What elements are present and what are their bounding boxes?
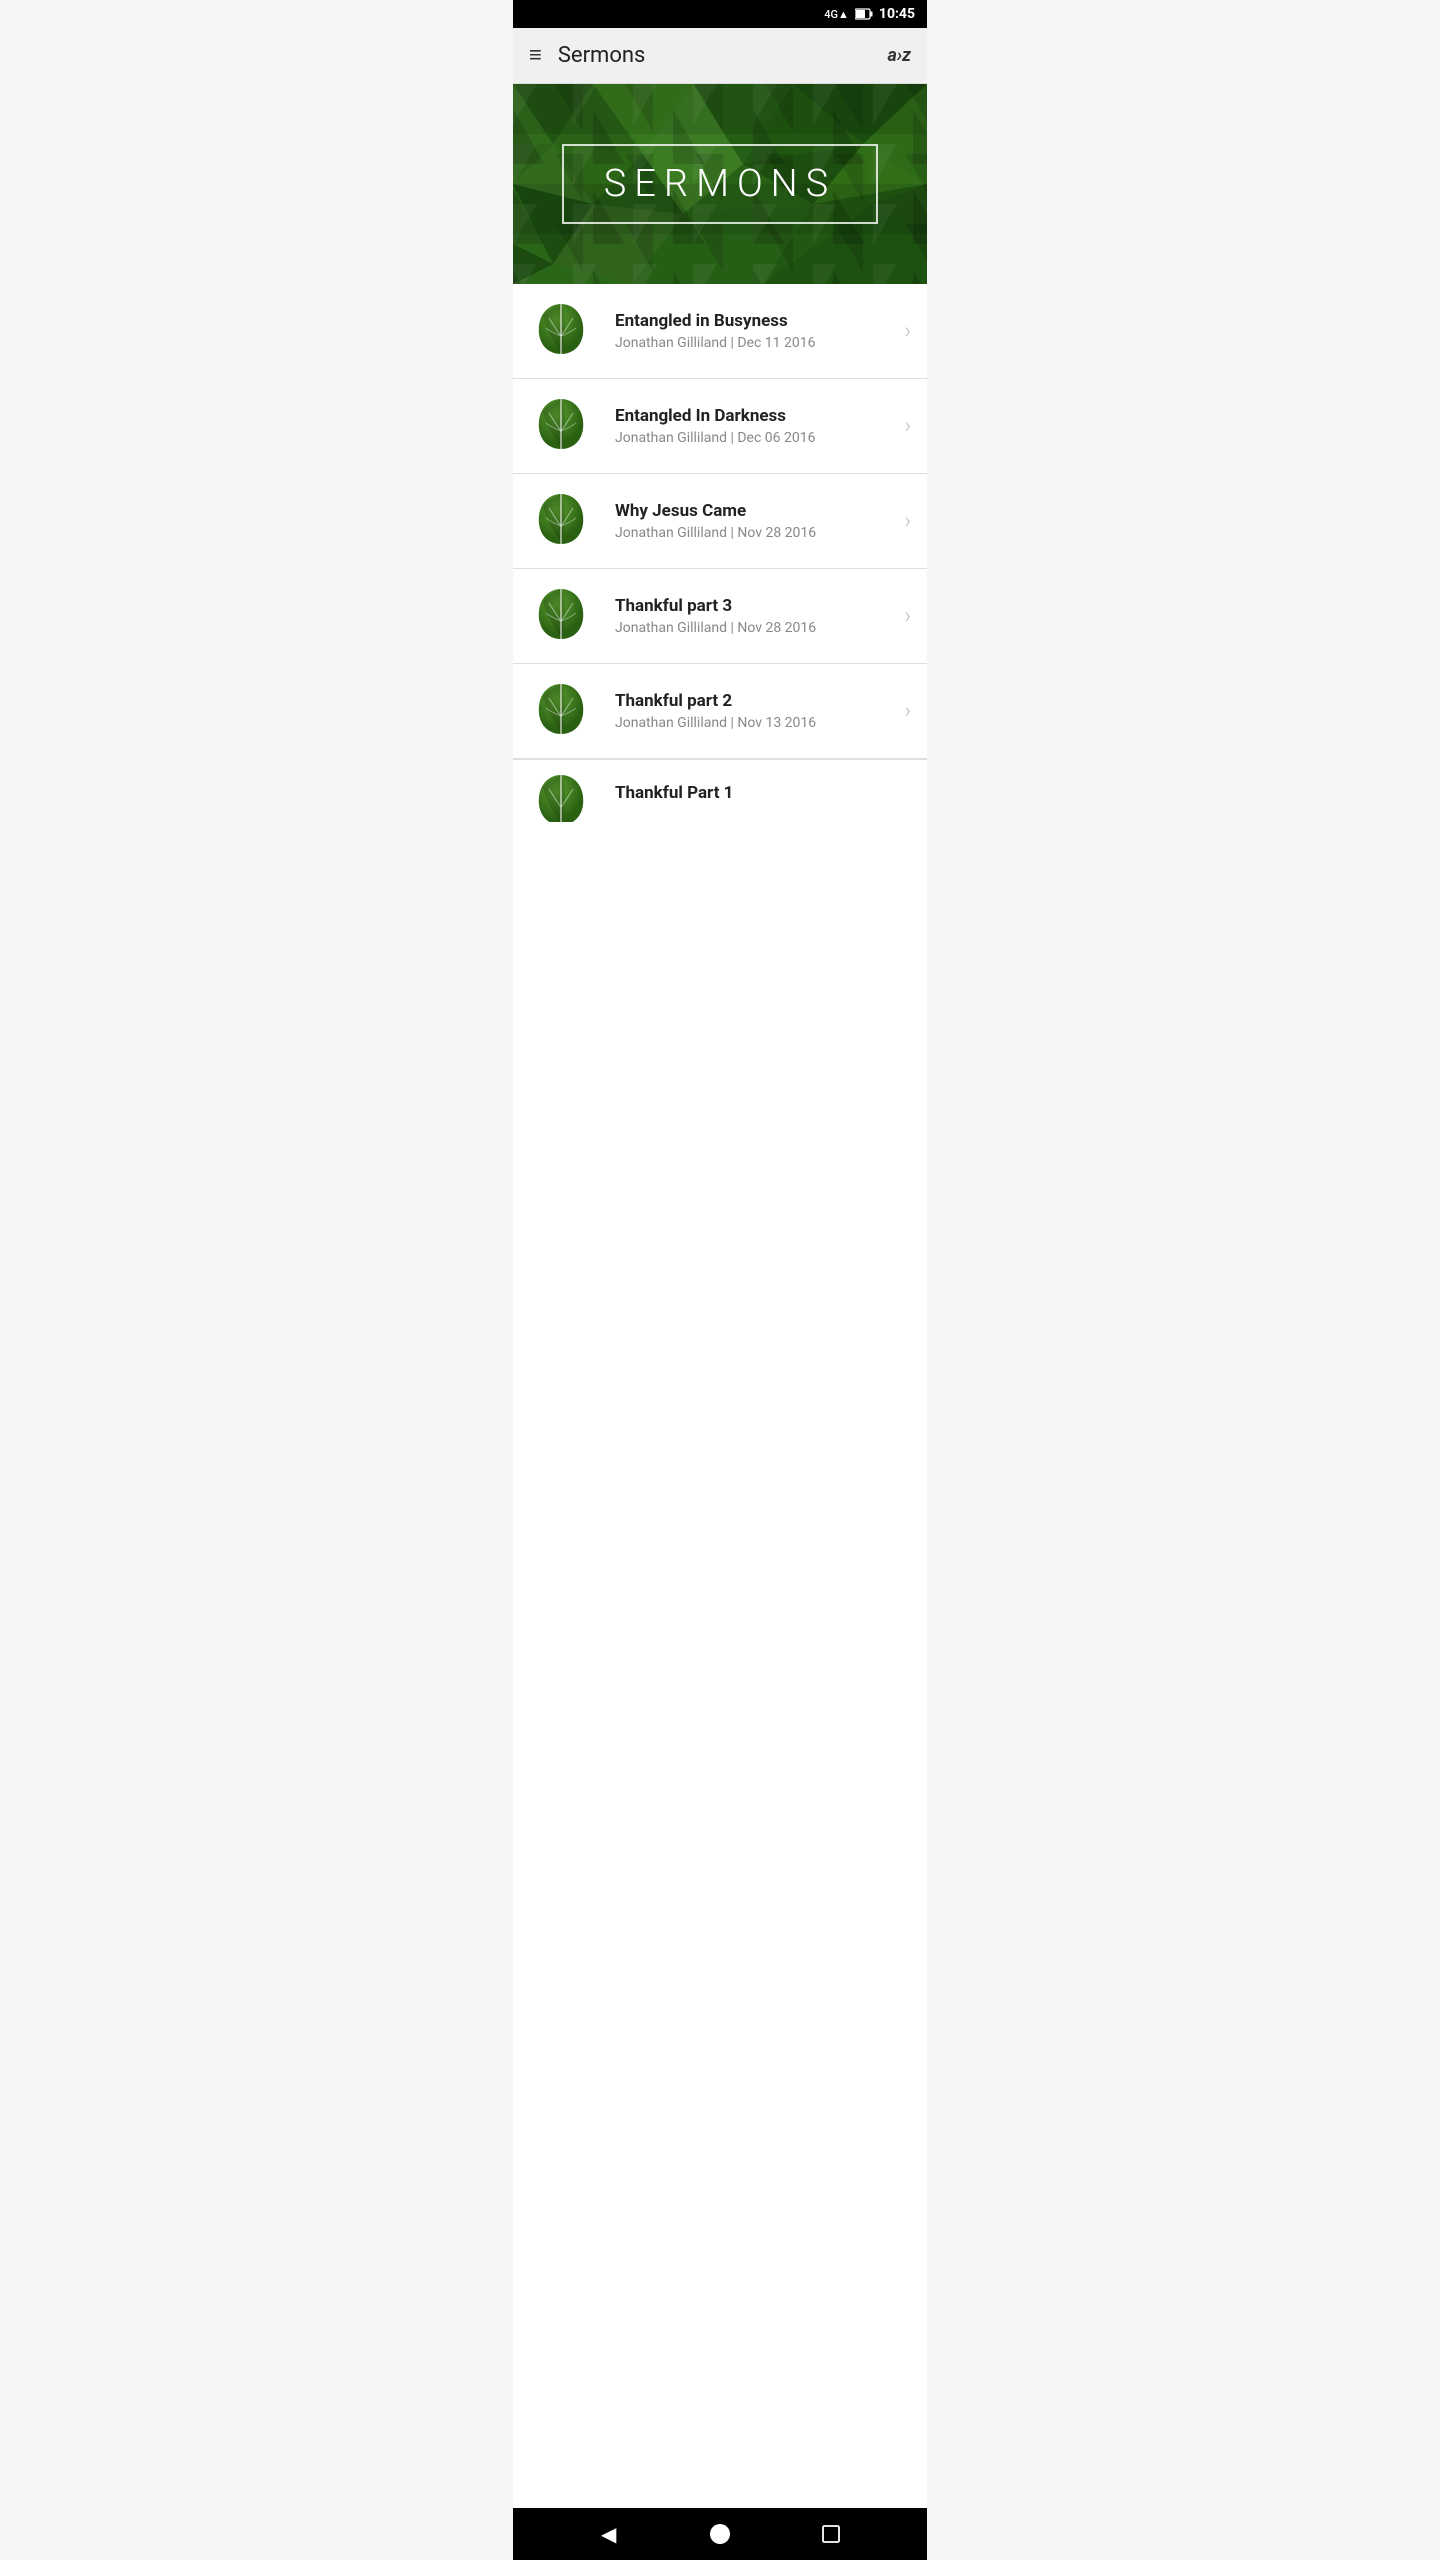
- sermon-meta: Jonathan Gilliland | Dec 06 2016: [615, 430, 896, 446]
- sermon-title: Thankful part 2: [615, 691, 896, 711]
- az-sort-icon[interactable]: a›z: [887, 45, 911, 66]
- sermon-meta: Jonathan Gilliland | Nov 13 2016: [615, 715, 896, 731]
- hamburger-menu-icon[interactable]: ≡: [529, 45, 542, 67]
- partial-sermon-title: Thankful Part 1: [615, 783, 733, 803]
- sermon-info: Entangled In Darkness Jonathan Gilliland…: [615, 406, 896, 446]
- back-icon: ◀: [601, 2522, 616, 2546]
- sermon-info: Entangled in Busyness Jonathan Gilliland…: [615, 311, 896, 351]
- sermon-item[interactable]: Entangled In Darkness Jonathan Gilliland…: [513, 379, 927, 474]
- sermon-date: Dec 11 2016: [737, 335, 815, 351]
- chevron-right-icon: ›: [904, 509, 911, 534]
- hero-banner: SERMONS: [513, 84, 927, 284]
- back-button[interactable]: ◀: [587, 2512, 631, 2556]
- sermon-title: Why Jesus Came: [615, 501, 896, 521]
- sermon-thumbnail: [529, 391, 599, 461]
- page-title: Sermons: [558, 43, 888, 68]
- sermon-title: Entangled In Darkness: [615, 406, 896, 426]
- sermon-meta: Jonathan Gilliland | Nov 28 2016: [615, 525, 896, 541]
- app-bar: ≡ Sermons a›z: [513, 28, 927, 84]
- network-icon: 4G▲: [824, 8, 849, 21]
- sermon-speaker: Jonathan Gilliland: [615, 620, 727, 636]
- status-bar: 4G▲ 10:45: [513, 0, 927, 28]
- sermon-thumbnail: [529, 676, 599, 746]
- sermon-speaker: Jonathan Gilliland: [615, 525, 727, 541]
- time-display: 10:45: [879, 6, 915, 22]
- recent-apps-icon: [822, 2525, 840, 2543]
- partial-sermon-info: Thankful Part 1: [615, 783, 733, 807]
- sermon-meta: Jonathan Gilliland | Dec 11 2016: [615, 335, 896, 351]
- recent-apps-button[interactable]: [809, 2512, 853, 2556]
- sermon-item[interactable]: Entangled in Busyness Jonathan Gilliland…: [513, 284, 927, 379]
- sermon-date: Nov 28 2016: [737, 525, 816, 541]
- sermon-item[interactable]: Thankful part 2 Jonathan Gilliland | Nov…: [513, 664, 927, 759]
- sermon-info: Thankful part 2 Jonathan Gilliland | Nov…: [615, 691, 896, 731]
- sermon-item-partial[interactable]: Thankful Part 1: [513, 759, 927, 829]
- sermon-speaker: Jonathan Gilliland: [615, 430, 727, 446]
- home-button[interactable]: [698, 2512, 742, 2556]
- home-circle-icon: [709, 2523, 731, 2545]
- bottom-navigation-bar: ◀: [513, 2508, 927, 2560]
- sermon-thumbnail: [529, 296, 599, 366]
- sermon-meta: Jonathan Gilliland | Nov 28 2016: [615, 620, 896, 636]
- sermon-date: Dec 06 2016: [737, 430, 815, 446]
- hero-sermons-text: SERMONS: [604, 162, 836, 206]
- sermon-date: Nov 13 2016: [737, 715, 816, 731]
- battery-icon: [855, 8, 873, 20]
- sermon-info: Why Jesus Came Jonathan Gilliland | Nov …: [615, 501, 896, 541]
- sermon-date: Nov 28 2016: [737, 620, 816, 636]
- sermon-speaker: Jonathan Gilliland: [615, 715, 727, 731]
- sermon-title: Thankful part 3: [615, 596, 896, 616]
- sermon-list: Entangled in Busyness Jonathan Gilliland…: [513, 284, 927, 2508]
- sermon-title: Entangled in Busyness: [615, 311, 896, 331]
- chevron-right-icon: ›: [904, 319, 911, 344]
- sermon-info: Thankful part 3 Jonathan Gilliland | Nov…: [615, 596, 896, 636]
- sermon-thumbnail: [529, 581, 599, 651]
- chevron-right-icon: ›: [904, 699, 911, 724]
- chevron-right-icon: ›: [904, 604, 911, 629]
- sermon-thumbnail-partial: [529, 767, 599, 822]
- hero-sermons-box: SERMONS: [562, 144, 878, 224]
- chevron-right-icon: ›: [904, 414, 911, 439]
- sermon-thumbnail: [529, 486, 599, 556]
- sermon-speaker: Jonathan Gilliland: [615, 335, 727, 351]
- sermon-item[interactable]: Thankful part 3 Jonathan Gilliland | Nov…: [513, 569, 927, 664]
- sermon-item[interactable]: Why Jesus Came Jonathan Gilliland | Nov …: [513, 474, 927, 569]
